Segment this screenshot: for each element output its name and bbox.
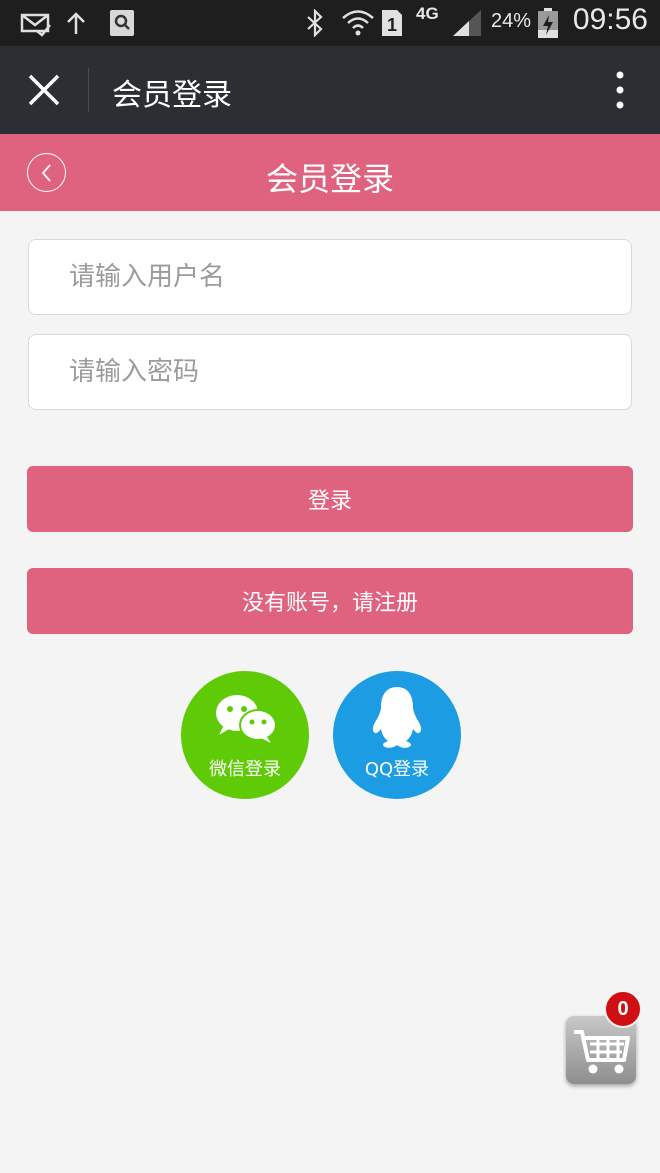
- register-button-label: 没有账号，请注册: [241, 591, 418, 616]
- close-button[interactable]: [22, 68, 66, 112]
- qq-penguin-icon: [372, 687, 422, 748]
- page-title: 会员登录: [265, 160, 394, 198]
- wifi-icon: [340, 8, 376, 38]
- wechat-login-button[interactable]: 微信登录: [181, 671, 309, 799]
- username-field: [28, 239, 632, 315]
- qq-login-label: QQ登录: [364, 759, 430, 780]
- svg-text:1: 1: [387, 15, 397, 35]
- password-input[interactable]: [29, 335, 631, 409]
- page-header: 会员登录: [0, 134, 660, 211]
- upload-arrow-icon: [64, 8, 88, 38]
- login-button[interactable]: 登录: [27, 466, 633, 532]
- bluetooth-icon: [302, 8, 328, 38]
- close-icon: [28, 74, 60, 106]
- cart-count-badge: 0: [604, 990, 642, 1028]
- more-vertical-icon: [616, 71, 624, 109]
- username-input[interactable]: [29, 240, 631, 314]
- battery-charging-icon: [536, 8, 560, 38]
- status-bar: 1 4G 24% 09:56: [0, 0, 660, 46]
- signal-icon: [450, 8, 484, 38]
- battery-percent: 24%: [491, 10, 532, 32]
- clock: 09:56: [572, 3, 648, 36]
- register-button[interactable]: 没有账号，请注册: [27, 568, 633, 634]
- password-field: [28, 334, 632, 410]
- mail-check-icon: [18, 8, 52, 38]
- app-bar-divider: [88, 68, 89, 112]
- wechat-login-label: 微信登录: [209, 759, 281, 780]
- app-bar: 会员登录: [0, 46, 660, 134]
- login-button-label: 登录: [307, 489, 352, 514]
- qq-login-button[interactable]: QQ登录: [333, 671, 461, 799]
- search-app-icon: [108, 8, 136, 38]
- app-bar-title: 会员登录: [112, 78, 232, 113]
- more-menu-button[interactable]: [610, 70, 630, 110]
- wechat-icon: [216, 695, 277, 743]
- network-type-label: 4G: [416, 4, 439, 23]
- sim-1-icon: 1: [380, 8, 404, 38]
